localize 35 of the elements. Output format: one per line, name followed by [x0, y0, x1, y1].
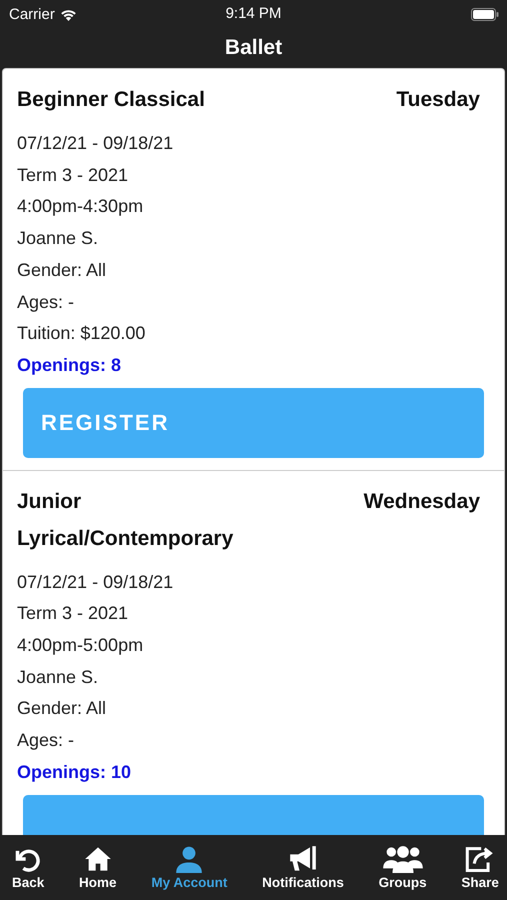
- class-detail: Ages: -: [17, 729, 76, 752]
- openings-count: Openings: 8: [17, 354, 122, 377]
- person-icon: [175, 845, 204, 873]
- class-day: Wednesday: [364, 482, 480, 520]
- class-detail: Gender: All: [17, 258, 108, 282]
- carrier-name: Carrier: [9, 6, 55, 22]
- class-name: Junior Lyrical/Contemporary: [17, 488, 234, 552]
- class-detail: 4:00pm-4:30pm: [17, 195, 144, 218]
- class-detail: 4:00pm-5:00pm: [17, 634, 144, 658]
- class-detail: Gender: All: [17, 697, 108, 720]
- home-icon: [84, 845, 112, 873]
- wifi-icon: [60, 8, 77, 20]
- tab-bar-item[interactable]: Notifications: [260, 841, 346, 894]
- class-detail: Term 3 - 2021: [17, 602, 130, 626]
- battery-icon: [471, 8, 499, 20]
- tab-bar-item[interactable]: My Account: [149, 841, 230, 894]
- class-day: Tuesday: [396, 81, 480, 118]
- megaphone-icon: [288, 845, 317, 873]
- share-icon: [465, 845, 496, 873]
- class-name: Beginner Classical: [17, 87, 205, 113]
- tab-bar-item[interactable]: Share: [459, 841, 501, 894]
- tab-bar-item[interactable]: Back: [10, 841, 46, 894]
- class-detail: 07/12/21 - 09/18/21: [17, 570, 174, 594]
- page-title: Ballet: [224, 36, 282, 60]
- openings-count: Openings: 10: [17, 760, 132, 784]
- class-detail: Ages: -: [17, 290, 76, 314]
- class-detail: 07/12/21 - 09/18/21: [17, 132, 174, 155]
- class-detail: Tuition: $120.00: [17, 322, 146, 346]
- clock-time: 9:14 PM: [224, 4, 282, 24]
- class-detail: Joanne S.: [17, 227, 100, 250]
- class-detail: Joanne S.: [17, 666, 100, 689]
- class-detail: Term 3 - 2021: [17, 164, 130, 187]
- tab-bar-item[interactable]: Home: [77, 841, 119, 894]
- group-icon: [382, 845, 423, 873]
- tab-bar-item[interactable]: Groups: [376, 841, 429, 894]
